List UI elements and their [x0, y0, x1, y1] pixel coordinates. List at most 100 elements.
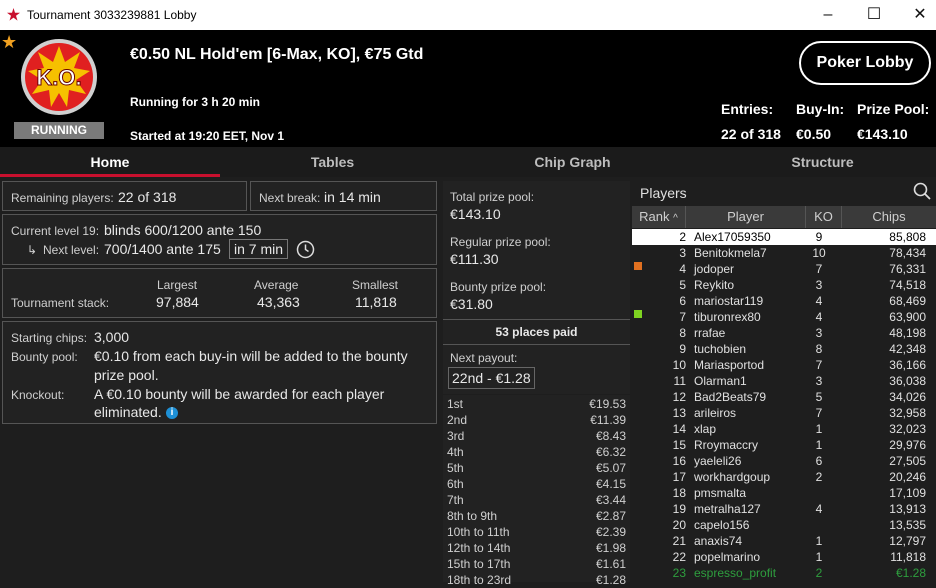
player-chips: 76,331 — [889, 262, 926, 276]
start-time: Started at 19:20 EET, Nov 1 — [130, 129, 285, 143]
average-value: 43,363 — [257, 294, 300, 310]
player-rank: 23 — [672, 566, 686, 580]
player-ko: 3 — [815, 374, 823, 388]
stack-label: Tournament stack: — [11, 296, 110, 310]
player-row[interactable]: 16 yaeleli26 6 27,505 — [632, 453, 936, 469]
player-row[interactable]: 23 espresso_profit 2 €1.28 — [632, 565, 936, 581]
payout-place: 12th to 14th — [447, 541, 511, 555]
payout-amount: €8.43 — [595, 429, 626, 443]
starting-chips-value: 3,000 — [94, 329, 130, 345]
regular-prize-label: Regular prize pool: — [450, 235, 551, 249]
player-row[interactable]: 13 arileiros 7 32,958 — [632, 405, 936, 421]
payout-place: 6th — [447, 477, 464, 491]
player-row[interactable]: 10 Mariasportod 7 36,166 — [632, 357, 936, 373]
player-row[interactable]: 19 metralha127 4 13,913 — [632, 501, 936, 517]
tournament-stack-panel: Tournament stack: Largest 97,884 Average… — [2, 268, 437, 318]
player-name: workhardgoup — [694, 470, 771, 484]
tab-home[interactable]: Home — [0, 147, 220, 177]
next-break-label: Next break: — [259, 191, 321, 205]
player-row[interactable]: 7 tiburonrex80 4 63,900 — [632, 309, 936, 325]
player-row[interactable]: 17 workhardgoup 2 20,246 — [632, 469, 936, 485]
tab-structure[interactable]: Structure — [710, 147, 935, 177]
player-chips: 11,818 — [890, 550, 926, 564]
player-rank: 8 — [679, 326, 686, 340]
player-row[interactable]: 12 Bad2Beats79 5 34,026 — [632, 389, 936, 405]
player-chips: 34,026 — [889, 390, 926, 404]
tab-tables[interactable]: Tables — [220, 147, 445, 177]
column-ko[interactable]: KO — [806, 206, 842, 228]
player-rank: 12 — [672, 390, 686, 404]
info-icon[interactable]: i — [166, 407, 178, 419]
column-player[interactable]: Player — [686, 206, 806, 228]
divider — [443, 344, 630, 345]
payout-row: 3rd €8.43 — [443, 428, 630, 444]
smallest-label: Smallest — [352, 278, 399, 292]
regular-prize-value: €111.30 — [450, 251, 499, 267]
player-rank: 6 — [679, 294, 686, 308]
poker-lobby-button[interactable]: Poker Lobby — [799, 41, 931, 85]
buyin-label: Buy-In: — [796, 101, 845, 117]
player-row[interactable]: 21 anaxis74 1 12,797 — [632, 533, 936, 549]
column-chips[interactable]: Chips — [842, 206, 936, 228]
player-row[interactable]: 4 jodoper 7 76,331 — [632, 261, 936, 277]
player-row[interactable]: 22 popelmarino 1 11,818 — [632, 549, 936, 565]
player-ko: 2 — [815, 566, 823, 580]
player-row[interactable]: 9 tuchobien 8 42,348 — [632, 341, 936, 357]
search-icon[interactable] — [913, 182, 931, 200]
payout-amount: €2.39 — [595, 525, 626, 539]
player-row[interactable]: 5 Reykito 3 74,518 — [632, 277, 936, 293]
player-row[interactable]: 18 pmsmalta 17,109 — [632, 485, 936, 501]
close-button[interactable]: ✕ — [897, 0, 936, 30]
next-level-arrow-icon: ↳ — [27, 243, 38, 257]
player-row[interactable]: 8 rrafae 3 48,198 — [632, 325, 936, 341]
prize-pool-value: €143.10 — [857, 126, 908, 142]
payout-row: 1st €19.53 — [443, 396, 630, 412]
minimize-button[interactable]: – — [805, 0, 851, 30]
tab-bar: Home Tables Chip Graph Structure — [0, 147, 936, 177]
player-rank: 16 — [672, 454, 686, 468]
maximize-button[interactable]: ☐ — [851, 0, 897, 30]
payout-amount: €4.15 — [595, 477, 626, 491]
favorite-star-icon[interactable]: ★ — [1, 32, 17, 53]
tab-chip-graph[interactable]: Chip Graph — [460, 147, 685, 177]
payout-row: 10th to 11th €2.39 — [443, 524, 630, 540]
player-chips: 78,434 — [889, 246, 926, 260]
player-rank: 11 — [673, 374, 686, 388]
remaining-players-panel: Remaining players: 22 of 318 — [2, 181, 247, 211]
bounty-pool-text-2: prize pool. — [94, 367, 159, 383]
remaining-label: Remaining players: — [11, 191, 114, 205]
starting-chips-label: Starting chips: — [11, 331, 88, 345]
player-chips: 48,198 — [889, 326, 926, 340]
payout-table[interactable]: 1st €19.53 2nd €11.39 3rd €8.43 4th €6.32 5th €5.… — [443, 395, 630, 587]
payout-row: 18th to 23rd €1.28 — [443, 572, 630, 588]
player-marker-icon — [634, 310, 642, 318]
player-ko: 4 — [815, 310, 823, 324]
player-ko: 8 — [815, 342, 823, 356]
player-chips: 42,348 — [889, 342, 926, 356]
player-name: xlap — [694, 422, 717, 436]
knockout-text-2: eliminated. — [94, 404, 162, 420]
sort-ascending-icon: ^ — [673, 213, 678, 224]
player-name: pmsmalta — [694, 486, 747, 500]
payout-row: 7th €3.44 — [443, 492, 630, 508]
payout-amount: €5.07 — [595, 461, 626, 475]
player-ko: 5 — [815, 390, 823, 404]
player-chips: 13,535 — [889, 518, 926, 532]
player-row[interactable]: 14 xlap 1 32,023 — [632, 421, 936, 437]
player-row[interactable]: 11 Olarman1 3 36,038 — [632, 373, 936, 389]
player-chips: 17,109 — [889, 486, 926, 500]
bounty-prize-label: Bounty prize pool: — [450, 280, 547, 294]
player-rank: 13 — [672, 406, 686, 420]
player-name: arileiros — [694, 406, 737, 420]
player-row[interactable]: 6 mariostar119 4 68,469 — [632, 293, 936, 309]
player-rank: 5 — [679, 278, 686, 292]
player-row[interactable]: 2 Alex17059350 9 85,808 — [632, 229, 936, 245]
prize-pool-label: Prize Pool: — [857, 101, 930, 117]
player-row[interactable]: 20 capelo156 13,535 — [632, 517, 936, 533]
pokerstars-logo-icon — [7, 8, 20, 21]
player-row[interactable]: 3 Benitokmela7 10 78,434 — [632, 245, 936, 261]
player-row[interactable]: 15 Rroymaccry 1 29,976 — [632, 437, 936, 453]
next-payout-value: 22nd - €1.28 — [448, 367, 535, 389]
column-rank[interactable]: Rank ^ — [632, 206, 686, 228]
payout-place: 7th — [447, 493, 464, 507]
